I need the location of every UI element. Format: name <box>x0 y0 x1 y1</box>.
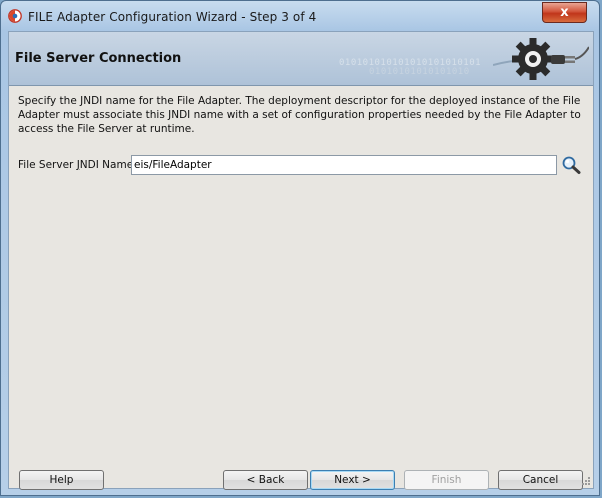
help-button[interactable]: Help <box>19 470 104 490</box>
finish-button: Finish <box>404 470 489 490</box>
gear-plug-icon <box>493 38 589 80</box>
page-title: File Server Connection <box>15 51 182 66</box>
jndi-name-label: File Server JNDI Name <box>18 159 133 171</box>
wizard-window: FILE Adapter Configuration Wizard - Step… <box>0 0 600 496</box>
binary-decoration-2: 01010101010101010 <box>369 67 470 77</box>
search-icon[interactable] <box>561 155 582 175</box>
cancel-button[interactable]: Cancel <box>498 470 583 490</box>
wizard-content: File Server Connection 01010101010101010… <box>8 31 594 490</box>
window-title: FILE Adapter Configuration Wizard - Step… <box>28 10 317 24</box>
next-button[interactable]: Next > <box>310 470 395 490</box>
back-button[interactable]: < Back <box>223 470 308 490</box>
title-bar[interactable]: FILE Adapter Configuration Wizard - Step… <box>1 1 599 31</box>
close-button[interactable]: x <box>542 2 587 23</box>
jndi-label-suffix: NDI Name <box>79 159 134 171</box>
jndi-label-prefix: File Server <box>18 159 77 171</box>
jndi-name-input[interactable] <box>131 155 557 175</box>
oracle-icon <box>8 9 22 23</box>
close-icon: x <box>560 5 569 20</box>
page-header: File Server Connection 01010101010101010… <box>9 32 593 86</box>
instructions-text: Specify the JNDI name for the File Adapt… <box>18 95 581 135</box>
resize-grip-icon[interactable] <box>581 476 591 486</box>
